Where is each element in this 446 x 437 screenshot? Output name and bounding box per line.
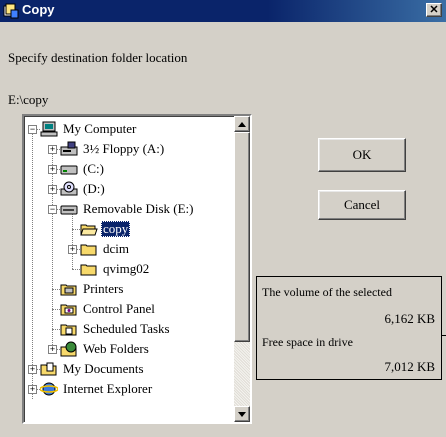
scheduled-tasks-icon	[60, 324, 77, 336]
tree-item-label: Web Folders	[83, 341, 149, 356]
tree-item[interactable]: copy	[80, 220, 131, 238]
ok-button[interactable]: OK	[318, 138, 406, 172]
destination-path: E:\copy	[8, 92, 49, 107]
tree-item-label: copy	[101, 221, 131, 237]
expand-icon[interactable]: +	[48, 165, 57, 174]
tree-connector-line	[52, 309, 60, 310]
folder-tree-content: − My Computer +3½ Floppy (A:) + (C:) + (D:) − Re…	[24, 116, 236, 422]
copy-app-icon	[3, 3, 19, 19]
tree-item-label: Internet Explorer	[63, 381, 153, 396]
tree-item[interactable]: Removable Disk (E:)	[60, 200, 195, 218]
computer-icon	[40, 121, 58, 137]
expand-icon[interactable]: +	[68, 245, 77, 254]
callout-line	[441, 335, 446, 336]
tree-item[interactable]: My Documents	[40, 360, 146, 378]
expand-icon[interactable]: +	[48, 185, 57, 194]
folder-icon	[80, 244, 97, 256]
tree-item-label: (C:)	[83, 161, 104, 176]
internet-explorer-icon	[40, 382, 58, 396]
cd-drive-icon	[60, 181, 78, 196]
free-space-label: Free space in drive	[262, 335, 353, 349]
space-info-panel: The volume of the selected 6,162 KB Free…	[256, 276, 442, 380]
close-icon: ✕	[429, 3, 439, 16]
tree-item[interactable]: dcim	[80, 240, 131, 258]
tree-item-label: Printers	[83, 281, 124, 296]
tree-item[interactable]: Internet Explorer	[40, 380, 154, 398]
hard-drive-icon	[60, 165, 78, 175]
expand-icon[interactable]: +	[28, 385, 37, 394]
expand-icon[interactable]: +	[48, 145, 57, 154]
cancel-button[interactable]: Cancel	[318, 190, 406, 220]
my-documents-icon	[40, 362, 57, 376]
removable-disk-icon	[60, 205, 78, 215]
tree-item-label: Control Panel	[83, 301, 155, 316]
folder-open-icon	[80, 224, 98, 236]
tree-item-label: My Computer	[63, 121, 137, 136]
tree-item[interactable]: qvimg02	[80, 260, 151, 278]
folder-icon	[80, 264, 97, 276]
tree-connector-line	[52, 329, 60, 330]
tree-item[interactable]: 3½ Floppy (A:)	[60, 140, 166, 158]
control-panel-icon	[60, 304, 77, 316]
scroll-up-button[interactable]	[234, 116, 250, 132]
expand-icon[interactable]: +	[48, 345, 57, 354]
floppy-drive-icon	[60, 141, 78, 156]
expand-icon[interactable]: +	[28, 365, 37, 374]
tree-item[interactable]: Web Folders	[60, 340, 151, 358]
tree-item[interactable]: Printers	[60, 280, 125, 298]
arrow-up-icon	[238, 121, 246, 127]
window-title: Copy	[22, 2, 55, 17]
tree-item-label: (D:)	[83, 181, 105, 196]
tree-connector-line	[32, 129, 33, 399]
volume-label: The volume of the selected	[262, 285, 392, 299]
tree-item-label: qvimg02	[103, 261, 150, 276]
tree-item-label: My Documents	[63, 361, 144, 376]
tree-connector-line	[72, 229, 80, 230]
free-space-value: 7,012 KB	[384, 359, 435, 374]
collapse-icon[interactable]: −	[28, 125, 37, 134]
folder-tree[interactable]: − My Computer +3½ Floppy (A:) + (C:) + (D:) − Re…	[22, 114, 252, 424]
tree-item[interactable]: Scheduled Tasks	[60, 320, 172, 338]
tree-item-label: Removable Disk (E:)	[83, 201, 194, 216]
tree-connector-line	[52, 289, 60, 290]
tree-connector-line	[72, 269, 80, 270]
tree-item[interactable]: (C:)	[60, 160, 106, 178]
web-folders-icon	[60, 341, 77, 357]
tree-item-label: 3½ Floppy (A:)	[83, 141, 165, 156]
tree-item[interactable]: Control Panel	[60, 300, 157, 318]
title-bar: Copy ✕	[0, 0, 446, 22]
instruction-text: Specify destination folder location	[8, 50, 188, 65]
tree-connector-line	[52, 149, 53, 349]
tree-item-label: dcim	[103, 241, 129, 256]
close-button[interactable]: ✕	[426, 3, 442, 17]
scroll-down-button[interactable]	[234, 406, 250, 422]
scroll-thumb[interactable]	[234, 132, 250, 342]
copy-dialog: Copy ✕ Specify destination folder locati…	[0, 0, 446, 437]
tree-connector-line	[72, 209, 73, 269]
volume-value: 6,162 KB	[384, 311, 435, 326]
collapse-icon[interactable]: −	[48, 205, 57, 214]
vertical-scrollbar[interactable]	[234, 116, 250, 422]
tree-item[interactable]: (D:)	[60, 180, 107, 198]
tree-item-label: Scheduled Tasks	[83, 321, 170, 336]
tree-item[interactable]: My Computer	[40, 120, 138, 138]
arrow-down-icon	[238, 411, 246, 417]
printer-folder-icon	[60, 284, 77, 296]
